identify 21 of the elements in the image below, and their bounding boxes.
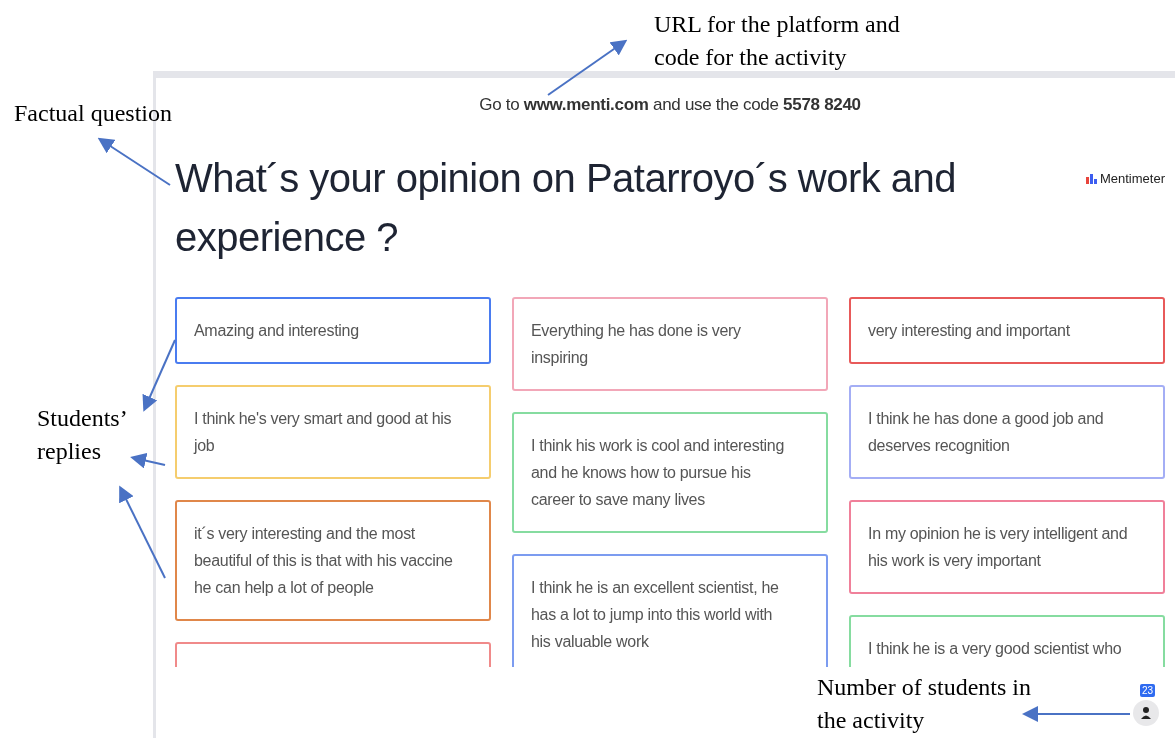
reply-text: I think he is a very good scientist who (868, 639, 1123, 659)
reply-text: I think his work is cool and interesting and he knows how to pursue his career to save many lives (531, 436, 786, 510)
reply-text: I think he has done a good job and deserves recognition (868, 409, 1105, 456)
annotation-label: Factual question (14, 99, 172, 128)
participant-count: 23 (1139, 684, 1155, 697)
annotation-label: Number of students in the activity (817, 673, 1032, 735)
reply-text: Everything he has done is very inspiring (531, 321, 742, 368)
question-title: What´s your opinion on Patarroyo´s work and experience ? (175, 155, 958, 261)
reply-text: I think he's very smart and good at his job (194, 409, 453, 456)
bar-chart-icon (1085, 173, 1097, 184)
annotation-label: URL for the platform and code for the activity (654, 10, 901, 72)
join-instructions: Go to www.menti.com and use the code 5578 8240 (478, 95, 862, 115)
person-icon (1133, 700, 1159, 726)
reply-text: it´s very interesting and the most beautiful of this is that with his vaccine he can help a lot of people (194, 524, 454, 598)
reply-text: Amazing and interesting (194, 321, 360, 341)
annotation-label: Students’ replies (37, 404, 127, 466)
reply-text: I think he is an excellent scientist, he has a lot to jump into this world with his valuable work (531, 578, 780, 652)
reply-text: very interesting and important (868, 321, 1071, 341)
brand-name: Mentimeter (1099, 171, 1165, 186)
reply-text: In my opinion he is very intelligent and his work is very important (868, 524, 1129, 571)
arrow (130, 452, 166, 469)
